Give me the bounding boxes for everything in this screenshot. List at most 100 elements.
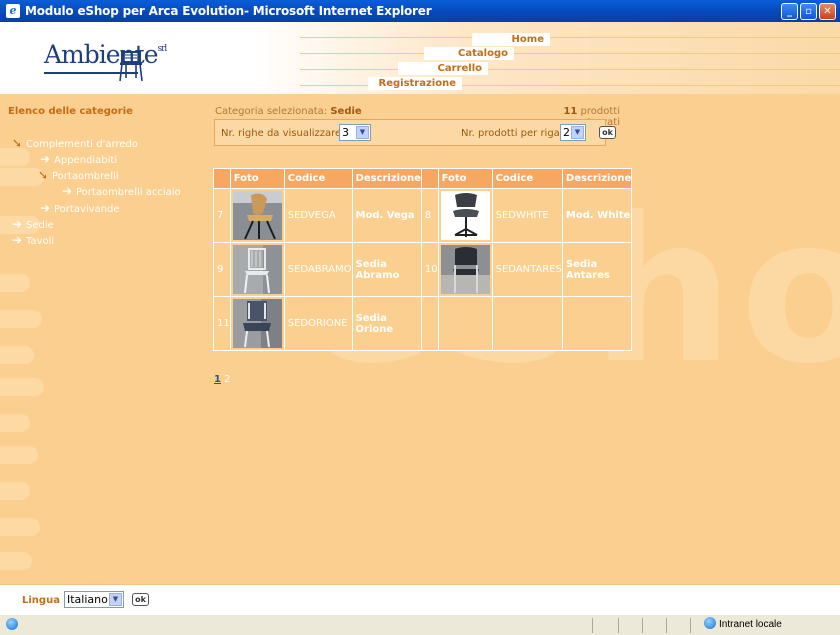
category-label: Tavoli <box>26 236 55 247</box>
column-header: Descrizione <box>351 168 422 189</box>
chair-white-image[interactable] <box>440 191 490 240</box>
product-description[interactable]: Sedia Orione <box>351 296 422 351</box>
options-ok-button[interactable]: ok <box>599 126 616 139</box>
category-label: Portaombrelli <box>52 171 119 182</box>
window-title-bar[interactable]: e Modulo eShop per Arca Evolution- Micro… <box>0 0 840 22</box>
pagination: 1 2 <box>214 374 231 385</box>
product-number: 8 <box>420 188 439 243</box>
menu-home[interactable]: Home <box>472 33 550 46</box>
product-description[interactable]: Sedia Abramo <box>351 242 422 297</box>
chevron-down-icon[interactable]: ▼ <box>571 126 584 139</box>
menu-divider <box>300 37 840 38</box>
product-code[interactable]: SEDORIONE <box>283 296 353 351</box>
page-link-current[interactable]: 1 <box>214 374 221 385</box>
category-label: Appendiabiti <box>54 155 118 166</box>
language-ok-button[interactable]: ok <box>132 593 149 606</box>
chair-logo-icon <box>119 51 143 82</box>
product-number: 11 <box>213 296 231 351</box>
decorative-bubble <box>0 378 44 396</box>
language-select-value: Italiano <box>67 593 108 606</box>
logo-suffix: srl <box>157 44 168 54</box>
product-number: 10 <box>420 242 439 297</box>
decorative-bubble <box>0 346 34 364</box>
table-header-row: Foto Codice Descrizione Foto Codice Desc… <box>213 168 633 189</box>
arrow-right-icon: ➔ <box>40 152 51 166</box>
selected-category-value: Sedie <box>330 106 362 117</box>
chair-image <box>232 245 282 294</box>
language-label: Lingua <box>22 595 60 606</box>
decorative-bubble <box>0 518 40 536</box>
category-appendiabiti[interactable]: ➔ Appendiabiti <box>40 152 117 166</box>
intranet-globe-icon <box>704 617 716 629</box>
close-button[interactable]: ✕ <box>819 2 836 20</box>
product-description[interactable]: Mod. Vega <box>351 188 422 243</box>
ie-logo-icon: e <box>6 4 20 18</box>
category-label: Sedie <box>26 220 54 231</box>
category-portaombrelli[interactable]: ➘ Portaombrelli <box>38 168 119 182</box>
per-row-select[interactable]: 2 ▼ <box>560 124 586 141</box>
product-description[interactable]: Mod. White <box>561 188 633 243</box>
product-photo-cell[interactable] <box>437 188 493 243</box>
maximize-button[interactable]: ▫ <box>800 2 817 20</box>
rows-select[interactable]: 3 ▼ <box>339 124 371 141</box>
language-select[interactable]: Italiano ▼ <box>64 591 124 608</box>
menu-registrazione[interactable]: Registrazione <box>368 77 462 90</box>
chair-orione-image[interactable] <box>232 299 282 348</box>
menu-carrello[interactable]: Carrello <box>398 62 488 75</box>
page-link[interactable]: 2 <box>224 374 230 385</box>
menu-catalogo[interactable]: Catalogo <box>424 47 514 60</box>
category-sedie[interactable]: ➔ Sedie <box>12 217 54 231</box>
site-header: Ambientesrl Home Catalogo Carrello Regis… <box>0 22 840 94</box>
rows-select-value: 3 <box>342 126 349 139</box>
site-logo[interactable]: Ambientesrl <box>44 40 168 69</box>
category-tavoli[interactable]: ➔ Tavoli <box>12 233 54 247</box>
product-photo-cell[interactable] <box>229 296 285 351</box>
column-header: Codice <box>283 168 353 189</box>
menu-divider <box>300 53 840 54</box>
per-row-select-value: 2 <box>563 126 570 139</box>
decorative-bubble <box>0 552 32 570</box>
chevron-down-icon[interactable]: ▼ <box>109 593 122 606</box>
decorative-bubble <box>0 310 42 328</box>
arrow-down-right-icon: ➘ <box>38 168 49 182</box>
empty-cell <box>420 296 439 351</box>
product-code[interactable]: SEDANTARES <box>491 242 563 297</box>
chair-antares-image[interactable] <box>440 245 490 294</box>
chevron-down-icon[interactable]: ▼ <box>356 126 369 139</box>
products-table: Foto Codice Descrizione Foto Codice Desc… <box>213 168 633 351</box>
chair-vega-image[interactable] <box>232 191 282 240</box>
products-found-count: 11 <box>563 106 578 117</box>
arrow-right-icon: ➔ <box>40 201 51 215</box>
product-code[interactable]: SEDVEGA <box>283 188 353 243</box>
decorative-bubble <box>0 414 30 432</box>
minimize-button[interactable]: _ <box>781 2 798 20</box>
product-description[interactable]: Sedia Antares <box>561 242 633 297</box>
product-photo-cell[interactable] <box>229 188 285 243</box>
decorative-bubble <box>0 148 30 166</box>
category-portaombrelli-acciaio[interactable]: ➔ Portaombrelli acciaio <box>62 184 181 198</box>
decorative-bubble <box>0 482 30 500</box>
arrow-right-icon: ➔ <box>12 217 23 231</box>
display-options-panel: Nr. righe da visualizzare 3 ▼ Nr. prodot… <box>214 119 616 146</box>
product-photo-cell[interactable] <box>437 242 493 297</box>
category-label: Portaombrelli acciaio <box>76 187 181 198</box>
category-label: Complementi d'arredo <box>26 139 138 150</box>
table-row: 7 SEDVEGA Mod. Vega 8 SEDWHITE Mod. Whit… <box>213 188 633 243</box>
category-complementi[interactable]: ➘ Complementi d'arredo <box>12 136 138 150</box>
column-header: Foto <box>437 168 493 189</box>
status-divider <box>666 618 667 633</box>
chair-abramo-image[interactable] <box>232 245 282 294</box>
category-portavivande[interactable]: ➔ Portavivande <box>40 201 120 215</box>
empty-cell <box>561 296 633 351</box>
product-code[interactable]: SEDABRAMO <box>283 242 353 297</box>
decorative-bubble <box>0 446 38 464</box>
product-photo-cell[interactable] <box>229 242 285 297</box>
footer-bar: Lingua Italiano ▼ ok <box>0 584 840 614</box>
per-row-label: Nr. prodotti per riga <box>461 128 560 139</box>
chair-image <box>232 299 282 348</box>
security-zone: Intranet locale <box>704 617 782 630</box>
categories-title: Elenco delle categorie <box>8 106 133 117</box>
column-header: Codice <box>491 168 563 189</box>
selected-category-label: Categoria selezionata: <box>215 106 328 117</box>
product-code[interactable]: SEDWHITE <box>491 188 563 243</box>
